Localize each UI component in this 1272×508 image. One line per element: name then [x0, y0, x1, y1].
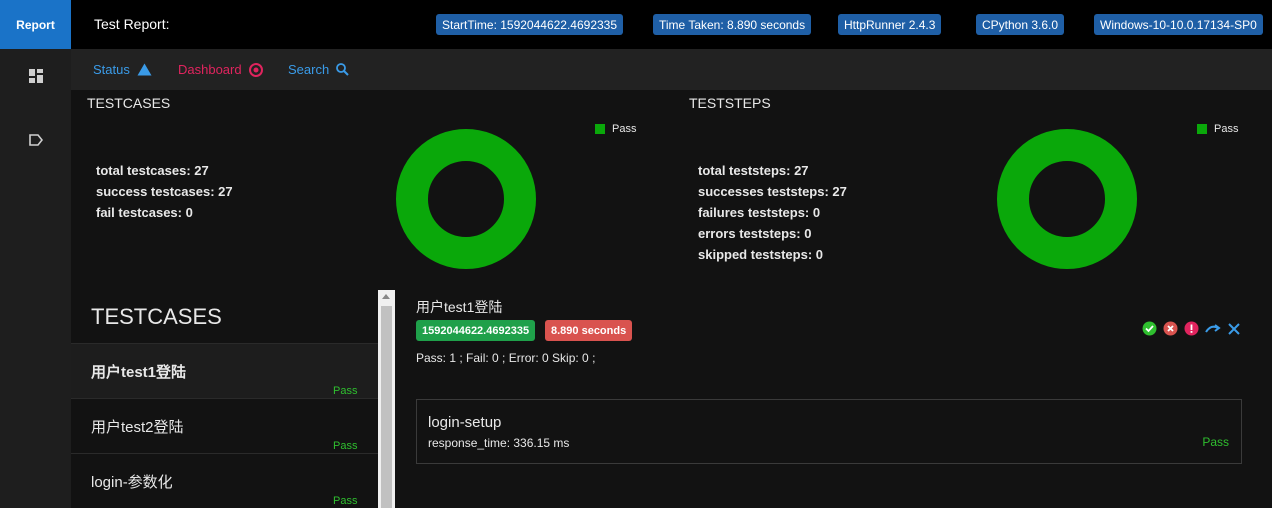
- result-summary: Pass: 1 ; Fail: 0 ; Error: 0 Skip: 0 ;: [416, 351, 596, 365]
- pass-swatch: [595, 124, 605, 134]
- testcase-name: 用户test2登陆: [91, 419, 184, 436]
- testcase-list-item[interactable]: login-参数化 Pass: [71, 453, 378, 508]
- report-title: Test Report:: [94, 16, 170, 32]
- error-exclamation-icon[interactable]: [1184, 321, 1199, 336]
- stat-failure-teststeps: failures teststeps: 0: [698, 205, 821, 220]
- status-tab[interactable]: Status: [93, 62, 152, 77]
- dashboard-tab-label: Dashboard: [178, 62, 242, 77]
- dashboard-tab[interactable]: Dashboard: [178, 62, 263, 77]
- search-tab[interactable]: Search: [288, 62, 349, 77]
- testcase-detail-title: 用户test1登陆: [416, 299, 503, 315]
- top-bar: Test Report: StartTime: 1592044622.46923…: [71, 0, 1272, 49]
- tag-icon[interactable]: [28, 132, 44, 148]
- stat-success-testcases: success testcases: 27: [96, 184, 233, 199]
- stat-total-testcases: total testcases: 27: [96, 163, 209, 178]
- warning-triangle-icon: [137, 63, 152, 76]
- httprunner-version-chip: HttpRunner 2.4.3: [838, 14, 942, 35]
- testcase-list-panel: TESTCASES 用户test1登陆 Pass 用户test2登陆 Pass …: [71, 290, 378, 508]
- testcases-pass-ring: [396, 129, 536, 269]
- legend-label: Pass: [1214, 123, 1239, 135]
- teststep-status: Pass: [1202, 435, 1229, 449]
- testcase-status: Pass: [333, 385, 358, 397]
- target-icon: [248, 62, 263, 77]
- testcases-donut-chart: [396, 129, 536, 269]
- status-filter-group: [1142, 321, 1241, 336]
- scroll-thumb[interactable]: [381, 306, 392, 508]
- testcase-list-item[interactable]: 用户test1登陆 Pass: [71, 343, 378, 398]
- stat-success-teststeps: successes teststeps: 27: [698, 184, 847, 199]
- stat-skipped-teststeps: skipped teststeps: 0: [698, 247, 823, 262]
- skip-arrow-icon[interactable]: [1205, 321, 1221, 336]
- time-taken-chip: Time Taken: 8.890 seconds: [653, 14, 812, 35]
- testcase-list-item[interactable]: 用户test2登陆 Pass: [71, 398, 378, 453]
- start-time-badge: 1592044622.4692335: [416, 320, 536, 341]
- dashboard-grid-icon[interactable]: [28, 68, 44, 84]
- scroll-up-arrow-icon[interactable]: [382, 294, 390, 299]
- report-nav-button[interactable]: Report: [0, 0, 71, 49]
- search-tab-label: Search: [288, 62, 330, 77]
- stat-error-teststeps: errors teststeps: 0: [698, 226, 812, 241]
- testcase-list-heading: TESTCASES: [91, 304, 222, 329]
- view-nav-bar: Status Dashboard Search: [71, 49, 1272, 90]
- legend-label: Pass: [612, 123, 637, 135]
- pass-swatch: [1197, 124, 1207, 134]
- teststeps-legend[interactable]: Pass: [1197, 123, 1238, 135]
- testcase-list-scrollbar[interactable]: [378, 290, 395, 508]
- left-rail: Report: [0, 0, 71, 508]
- python-version-chip: CPython 3.6.0: [976, 14, 1065, 35]
- fail-x-icon[interactable]: [1163, 321, 1178, 336]
- testcases-stats-title: TESTCASES: [87, 95, 171, 111]
- status-tab-label: Status: [93, 62, 130, 77]
- testcases-legend[interactable]: Pass: [595, 123, 636, 135]
- testcases-stats-list: total testcases: 27 success testcases: 2…: [96, 160, 233, 223]
- stat-total-teststeps: total teststeps: 27: [698, 163, 809, 178]
- stat-fail-testcases: fail testcases: 0: [96, 205, 193, 220]
- testcase-name: login-参数化: [91, 474, 173, 491]
- teststep-card[interactable]: login-setup response_time: 336.15 ms Pas…: [416, 399, 1242, 464]
- teststeps-donut-chart: [997, 129, 1137, 269]
- testcase-status: Pass: [333, 440, 358, 452]
- platform-chip: Windows-10-10.0.17134-SP0: [1094, 14, 1263, 35]
- teststeps-stats-list: total teststeps: 27 successes teststeps:…: [698, 160, 847, 265]
- teststeps-stats-title: TESTSTEPS: [689, 95, 771, 111]
- search-icon: [336, 63, 349, 76]
- testcase-status: Pass: [333, 495, 358, 507]
- duration-badge: 8.890 seconds: [545, 320, 633, 341]
- teststep-name: login-setup: [428, 414, 502, 431]
- clear-close-icon[interactable]: [1227, 322, 1241, 336]
- teststeps-pass-ring: [997, 129, 1137, 269]
- pass-check-icon[interactable]: [1142, 321, 1157, 336]
- testcase-name: 用户test1登陆: [91, 364, 187, 381]
- start-time-chip: StartTime: 1592044622.4692335: [436, 14, 624, 35]
- teststep-response-time: response_time: 336.15 ms: [428, 436, 570, 450]
